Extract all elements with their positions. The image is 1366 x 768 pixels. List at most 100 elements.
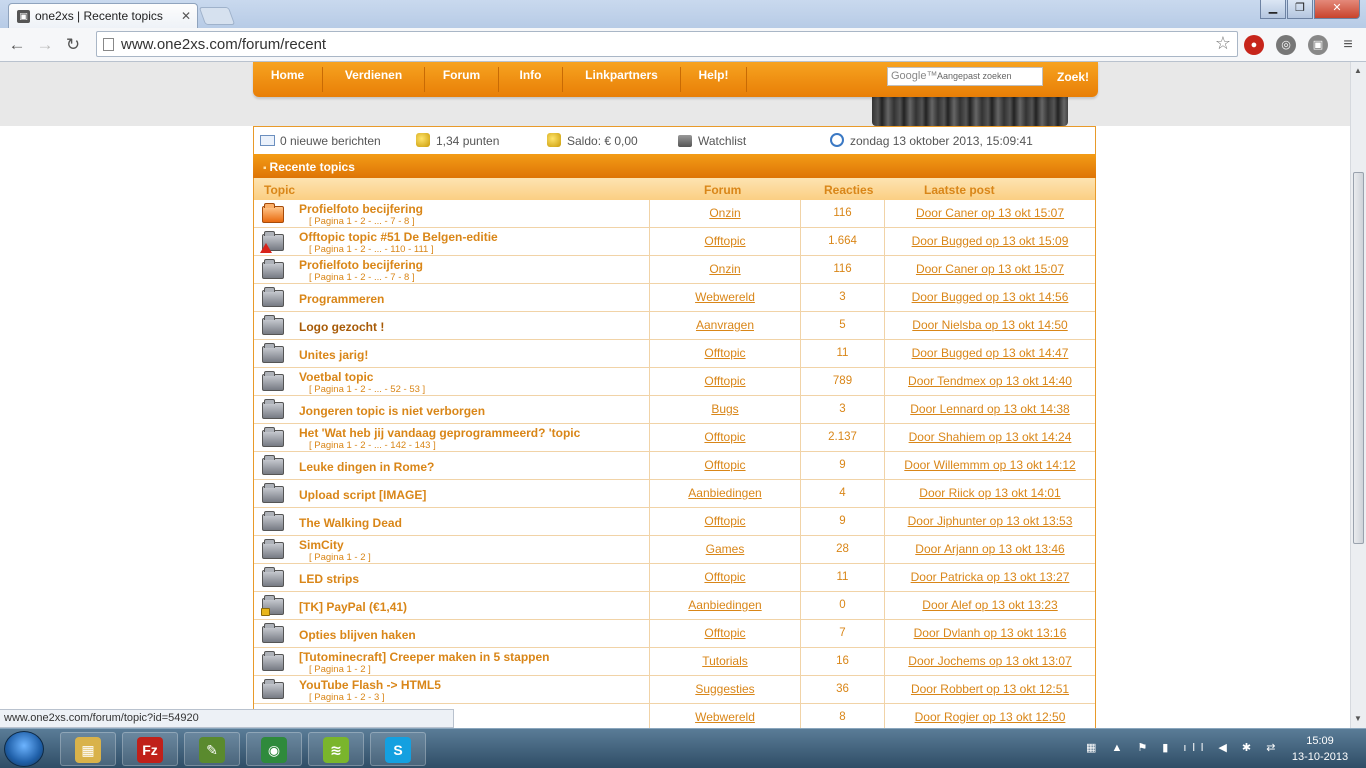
extension-circle-icon[interactable]: ◎ bbox=[1276, 35, 1296, 55]
last-post-link[interactable]: Door Dvlanh op 13 okt 13:16 bbox=[914, 626, 1067, 640]
forum-link[interactable]: Games bbox=[706, 542, 745, 556]
nav-forum[interactable]: Forum bbox=[425, 67, 499, 92]
topic-pagination[interactable]: [ Pagina 1 - 2 - ... - 7 - 8 ] bbox=[309, 272, 415, 283]
last-post-link[interactable]: Door Tendmex op 13 okt 14:40 bbox=[908, 374, 1072, 388]
topic-title-link[interactable]: LED strips bbox=[299, 572, 359, 586]
forum-link[interactable]: Webwereld bbox=[695, 290, 755, 304]
window-minimize-button[interactable]: ▁ bbox=[1260, 0, 1286, 19]
last-post-link[interactable]: Door Caner op 13 okt 15:07 bbox=[916, 206, 1064, 220]
topic-pagination[interactable]: [ Pagina 1 - 2 - ... - 7 - 8 ] bbox=[309, 216, 415, 227]
scrollbar-thumb[interactable] bbox=[1353, 172, 1364, 544]
topic-pagination[interactable]: [ Pagina 1 - 2 - ... - 52 - 53 ] bbox=[309, 384, 425, 395]
topic-title-link[interactable]: Voetbal topic bbox=[299, 370, 373, 384]
extension-adblock-icon[interactable]: ● bbox=[1244, 35, 1264, 55]
taskbar-app-chrome[interactable]: ◉ bbox=[246, 732, 302, 766]
taskbar-app-skype[interactable]: S bbox=[370, 732, 426, 766]
taskbar-app-editor[interactable]: ✎ bbox=[184, 732, 240, 766]
topic-title-link[interactable]: Profielfoto becijfering bbox=[299, 258, 423, 272]
topic-title-link[interactable]: Logo gezocht ! bbox=[299, 320, 384, 334]
address-url[interactable]: www.one2xs.com/forum/recent bbox=[121, 36, 326, 53]
start-button[interactable] bbox=[4, 731, 44, 767]
topic-title-link[interactable]: Jongeren topic is niet verborgen bbox=[299, 404, 485, 418]
topic-title-link[interactable]: Profielfoto becijfering bbox=[299, 202, 423, 216]
topic-title-link[interactable]: Opties blijven haken bbox=[299, 628, 416, 642]
forum-link[interactable]: Aanbiedingen bbox=[688, 598, 761, 612]
browser-tab[interactable]: ▣ one2xs | Recente topics ✕ bbox=[8, 3, 198, 28]
nav-help[interactable]: Help! bbox=[681, 67, 747, 92]
last-post-link[interactable]: Door Alef op 13 okt 13:23 bbox=[922, 598, 1057, 612]
forum-link[interactable]: Webwereld bbox=[695, 710, 755, 724]
back-arrow-icon[interactable]: ← bbox=[6, 34, 28, 56]
last-post-link[interactable]: Door Arjann op 13 okt 13:46 bbox=[915, 542, 1064, 556]
topic-title-link[interactable]: YouTube Flash -> HTML5 bbox=[299, 678, 441, 692]
topic-pagination[interactable]: [ Pagina 1 - 2 ] bbox=[309, 664, 371, 675]
watchlist-link[interactable]: Watchlist bbox=[698, 134, 746, 148]
tab-close-icon[interactable]: ✕ bbox=[181, 9, 191, 23]
nav-linkpartners[interactable]: Linkpartners bbox=[563, 67, 681, 92]
topic-title-link[interactable]: The Walking Dead bbox=[299, 516, 402, 530]
forum-link[interactable]: Onzin bbox=[709, 262, 740, 276]
taskbar-app-spotify[interactable]: ≋ bbox=[308, 732, 364, 766]
topic-title-link[interactable]: SimCity bbox=[299, 538, 344, 552]
last-post-link[interactable]: Door Riick op 13 okt 14:01 bbox=[919, 486, 1060, 500]
last-post-link[interactable]: Door Robbert op 13 okt 12:51 bbox=[911, 682, 1069, 696]
last-post-link[interactable]: Door Jochems op 13 okt 13:07 bbox=[908, 654, 1071, 668]
topic-title-link[interactable]: Offtopic topic #51 De Belgen-editie bbox=[299, 230, 498, 244]
window-close-button[interactable]: ✕ bbox=[1314, 0, 1360, 19]
last-post-link[interactable]: Door Bugged op 13 okt 15:09 bbox=[912, 234, 1069, 248]
topic-pagination[interactable]: [ Pagina 1 - 2 ] bbox=[309, 552, 371, 563]
topic-pagination[interactable]: [ Pagina 1 - 2 - ... - 142 - 143 ] bbox=[309, 440, 436, 451]
scroll-down-icon[interactable]: ▼ bbox=[1354, 714, 1362, 723]
topic-pagination[interactable]: [ Pagina 1 - 2 - ... - 110 - 111 ] bbox=[309, 244, 434, 255]
search-button[interactable]: Zoek! bbox=[1057, 70, 1089, 84]
topic-pagination[interactable]: [ Pagina 1 - 2 - 3 ] bbox=[309, 692, 385, 703]
scroll-up-icon[interactable]: ▲ bbox=[1354, 66, 1362, 75]
system-tray-icons[interactable]: ▦ ▲ ⚑ ▮ ıll ◀ ✱ ⇄ bbox=[1086, 741, 1281, 754]
extension-badge-icon[interactable]: ▣ bbox=[1308, 35, 1328, 55]
topic-title-link[interactable]: Upload script [IMAGE] bbox=[299, 488, 426, 502]
topic-title-link[interactable]: [TK] PayPal (€1,41) bbox=[299, 600, 407, 614]
forum-link[interactable]: Tutorials bbox=[702, 654, 748, 668]
forum-link[interactable]: Offtopic bbox=[704, 514, 745, 528]
forum-link[interactable]: Aanvragen bbox=[696, 318, 754, 332]
last-post-link[interactable]: Door Willemmm op 13 okt 14:12 bbox=[904, 458, 1075, 472]
last-post-link[interactable]: Door Patricka op 13 okt 13:27 bbox=[911, 570, 1070, 584]
last-post-link[interactable]: Door Nielsba op 13 okt 14:50 bbox=[912, 318, 1067, 332]
forum-link[interactable]: Offtopic bbox=[704, 626, 745, 640]
taskbar-app-explorer[interactable]: ▦ bbox=[60, 732, 116, 766]
nav-verdienen[interactable]: Verdienen bbox=[323, 67, 425, 92]
search-input[interactable]: Google™ Aangepast zoeken bbox=[887, 67, 1043, 86]
forum-link[interactable]: Offtopic bbox=[704, 430, 745, 444]
new-tab-button[interactable] bbox=[198, 7, 236, 25]
last-post-link[interactable]: Door Shahiem op 13 okt 14:24 bbox=[909, 430, 1072, 444]
nav-home[interactable]: Home bbox=[253, 67, 323, 92]
taskbar-app-filezilla[interactable]: Fz bbox=[122, 732, 178, 766]
topic-title-link[interactable]: Leuke dingen in Rome? bbox=[299, 460, 434, 474]
forward-arrow-icon[interactable]: → bbox=[34, 34, 56, 56]
last-post-link[interactable]: Door Lennard op 13 okt 14:38 bbox=[910, 402, 1069, 416]
window-maximize-button[interactable]: ❐ bbox=[1287, 0, 1313, 19]
forum-link[interactable]: Offtopic bbox=[704, 346, 745, 360]
topic-title-link[interactable]: Het 'Wat heb jij vandaag geprogrammeerd?… bbox=[299, 426, 580, 440]
messages-count[interactable]: 0 nieuwe berichten bbox=[280, 134, 381, 148]
last-post-link[interactable]: Door Bugged op 13 okt 14:47 bbox=[912, 346, 1069, 360]
forum-link[interactable]: Onzin bbox=[709, 206, 740, 220]
nav-info[interactable]: Info bbox=[499, 67, 563, 92]
forum-link[interactable]: Bugs bbox=[711, 402, 738, 416]
address-bar[interactable]: www.one2xs.com/forum/recent ☆ bbox=[96, 31, 1238, 57]
last-post-link[interactable]: Door Bugged op 13 okt 14:56 bbox=[912, 290, 1069, 304]
page-scrollbar[interactable]: ▲ ▼ bbox=[1350, 62, 1366, 728]
taskbar-clock[interactable]: 15:09 13-10-2013 bbox=[1290, 733, 1350, 765]
menu-wrench-icon[interactable]: ≡ bbox=[1338, 35, 1358, 55]
forum-link[interactable]: Offtopic bbox=[704, 458, 745, 472]
topic-title-link[interactable]: Programmeren bbox=[299, 292, 384, 306]
forum-link[interactable]: Offtopic bbox=[704, 570, 745, 584]
last-post-link[interactable]: Door Rogier op 13 okt 12:50 bbox=[915, 710, 1066, 724]
forum-link[interactable]: Offtopic bbox=[704, 374, 745, 388]
bookmark-star-icon[interactable]: ☆ bbox=[1215, 33, 1231, 54]
topic-title-link[interactable]: [Tutominecraft] Creeper maken in 5 stapp… bbox=[299, 650, 550, 664]
last-post-link[interactable]: Door Jiphunter op 13 okt 13:53 bbox=[908, 514, 1073, 528]
forum-link[interactable]: Aanbiedingen bbox=[688, 486, 761, 500]
reload-icon[interactable]: ↻ bbox=[62, 34, 84, 56]
forum-link[interactable]: Suggesties bbox=[695, 682, 754, 696]
